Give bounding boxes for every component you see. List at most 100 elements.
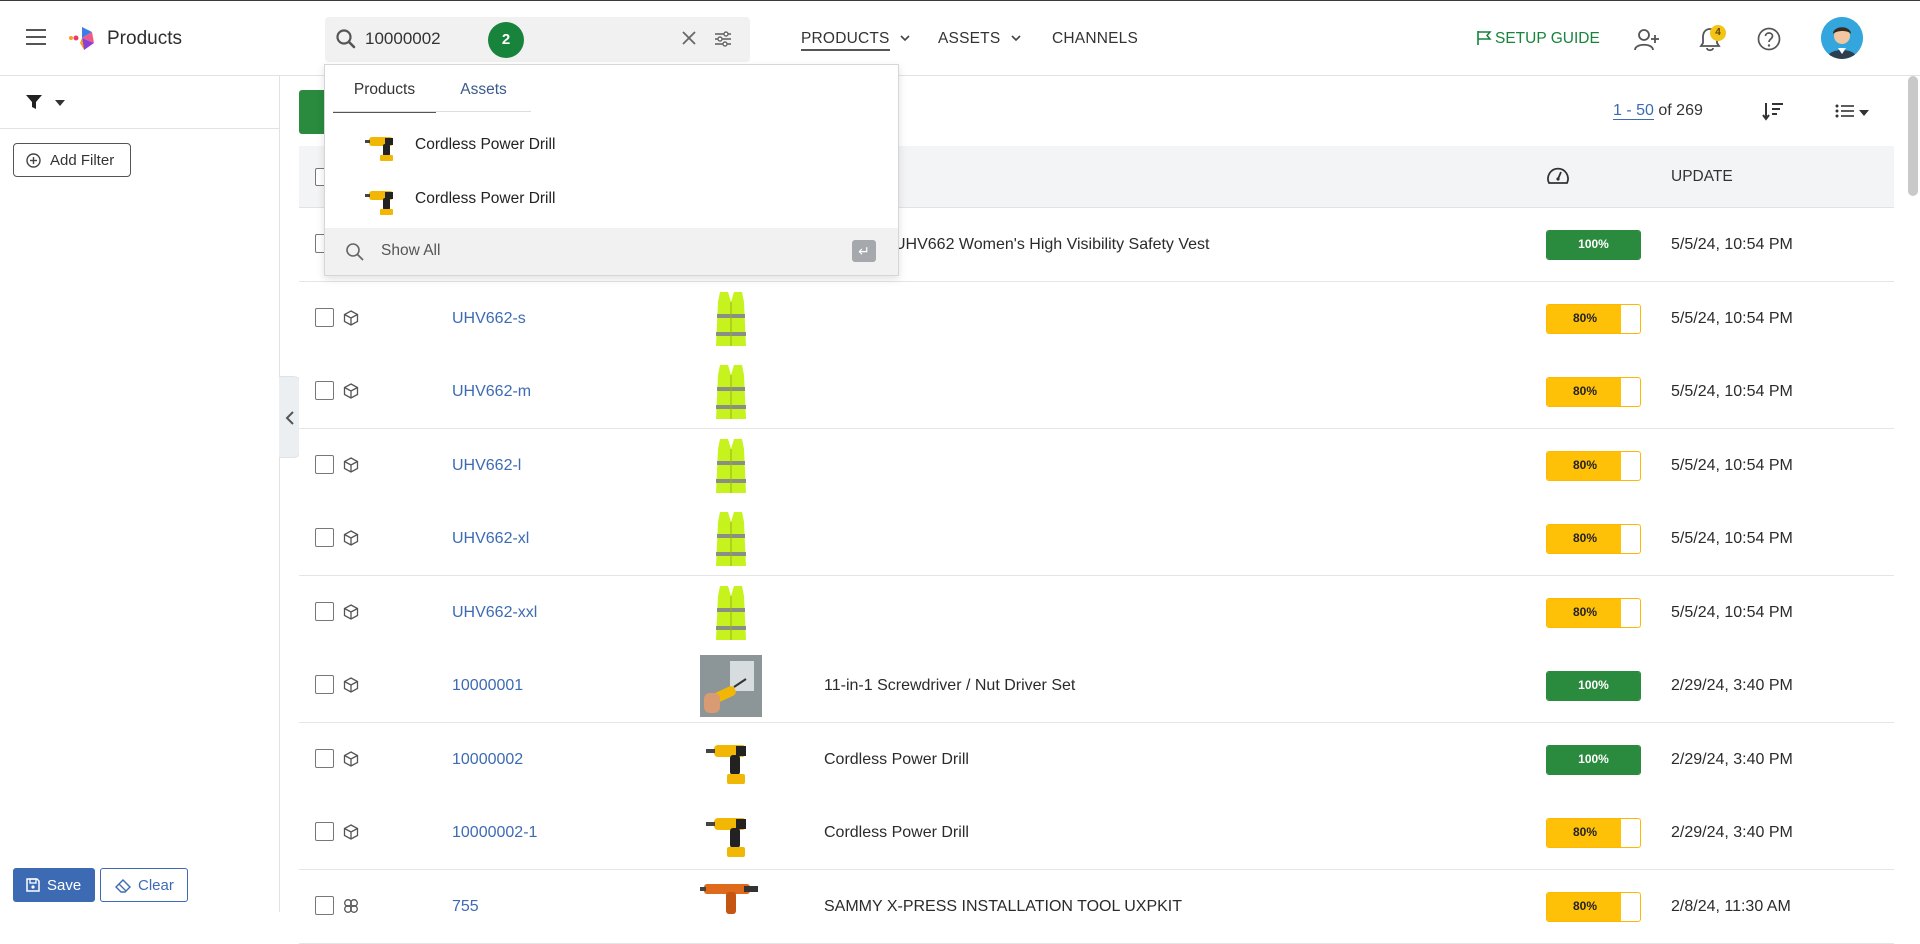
app-title: Products bbox=[107, 28, 182, 49]
sort-icon[interactable] bbox=[1762, 101, 1784, 121]
search-input[interactable]: 10000002 bbox=[365, 29, 441, 49]
setup-guide-link[interactable]: SETUP GUIDE bbox=[1476, 30, 1600, 48]
add-filter-button[interactable]: Add Filter bbox=[13, 143, 131, 177]
filter-dropdown-caret-icon[interactable] bbox=[55, 100, 65, 106]
nav-assets-label: ASSETS bbox=[938, 30, 1001, 47]
nav-products[interactable]: PRODUCTS bbox=[801, 30, 910, 51]
completeness-badge[interactable]: 100% bbox=[1546, 744, 1641, 775]
completeness-value: 80% bbox=[1572, 898, 1598, 913]
chevron-down-icon bbox=[900, 35, 910, 42]
product-sku-link[interactable]: 10000002 bbox=[452, 751, 523, 769]
filter-icon[interactable] bbox=[25, 93, 43, 111]
save-button[interactable]: Save bbox=[13, 868, 95, 902]
row-checkbox[interactable] bbox=[315, 748, 334, 768]
search-result-item[interactable]: Cordless Power Drill bbox=[325, 172, 898, 226]
completeness-badge[interactable]: 80% bbox=[1546, 524, 1641, 554]
list-view-icon[interactable] bbox=[1835, 103, 1855, 119]
nav-products-label: PRODUCTS bbox=[801, 30, 890, 51]
search-icon bbox=[346, 243, 364, 261]
product-thumbnail[interactable] bbox=[700, 802, 762, 864]
user-avatar[interactable] bbox=[1821, 17, 1863, 59]
product-thumbnail[interactable] bbox=[700, 288, 762, 350]
chevron-down-icon bbox=[1011, 35, 1021, 42]
view-dropdown-caret-icon[interactable] bbox=[1859, 110, 1869, 116]
product-sku-link[interactable]: 10000002-1 bbox=[452, 824, 537, 842]
row-checkbox[interactable] bbox=[315, 381, 334, 400]
completeness-badge[interactable]: 80% bbox=[1546, 891, 1641, 922]
product-cube-icon bbox=[343, 456, 359, 478]
row-checkbox[interactable] bbox=[315, 528, 334, 547]
help-icon[interactable] bbox=[1757, 27, 1781, 51]
row-checkbox[interactable] bbox=[315, 675, 334, 694]
product-name: SAMMY X-PRESS INSTALLATION TOOL UXPKIT bbox=[824, 897, 1183, 915]
product-cube-icon bbox=[343, 824, 359, 845]
product-sku-link[interactable]: 755 bbox=[452, 898, 479, 916]
completeness-value: 80% bbox=[1572, 457, 1598, 472]
product-sku-link[interactable]: UHV662-l bbox=[452, 457, 521, 475]
drill-thumbnail bbox=[365, 191, 393, 215]
product-thumbnail[interactable] bbox=[700, 508, 762, 570]
completeness-gauge-icon[interactable] bbox=[1546, 165, 1570, 187]
row-checkbox[interactable] bbox=[315, 601, 334, 621]
tab-assets[interactable]: Assets bbox=[436, 81, 531, 113]
pagination-range[interactable]: 1 - 50 bbox=[1613, 102, 1654, 120]
menu-icon[interactable] bbox=[26, 29, 46, 45]
product-sku-link[interactable]: UHV662-s bbox=[452, 310, 526, 328]
clear-search-icon[interactable] bbox=[679, 28, 699, 48]
notification-count-badge: 4 bbox=[1710, 25, 1726, 41]
table-row[interactable]: 10000002-1 Cordless Power Drill 80% 2/29/24… bbox=[299, 796, 1894, 870]
clear-button[interactable]: Clear bbox=[100, 868, 188, 902]
product-cube-icon bbox=[343, 309, 359, 331]
completeness-badge[interactable]: 80% bbox=[1546, 303, 1641, 334]
search-settings-icon[interactable] bbox=[714, 30, 732, 48]
row-checkbox[interactable] bbox=[315, 822, 334, 841]
product-sku-link[interactable]: 10000001 bbox=[452, 677, 523, 695]
product-thumbnail[interactable] bbox=[700, 361, 762, 423]
updated-timestamp: 5/5/24, 10:54 PM bbox=[1671, 309, 1793, 327]
show-all-results[interactable]: Show All ↵ bbox=[325, 228, 898, 275]
drill-thumbnail bbox=[365, 137, 393, 161]
product-thumbnail[interactable] bbox=[700, 655, 762, 717]
update-column-header[interactable]: UPDATE bbox=[1671, 168, 1733, 186]
updated-timestamp: 2/8/24, 11:30 AM bbox=[1671, 897, 1791, 915]
setup-guide-label: SETUP GUIDE bbox=[1495, 30, 1600, 47]
table-row[interactable]: UHV662-s 80% 5/5/24, 10:54 PM bbox=[299, 281, 1894, 356]
table-row[interactable]: UHV662-xl 80% 5/5/24, 10:54 PM bbox=[299, 502, 1894, 576]
row-checkbox[interactable] bbox=[315, 307, 334, 327]
completeness-badge[interactable]: 100% bbox=[1546, 671, 1641, 701]
filter-sidebar: Add Filter Save Clear bbox=[0, 76, 280, 912]
table-row[interactable]: 10000002 Cordless Power Drill 100% 2/29/24,… bbox=[299, 722, 1894, 797]
table-row[interactable]: UHV662-l 80% 5/5/24, 10:54 PM bbox=[299, 428, 1894, 503]
pagination-total: of 269 bbox=[1658, 102, 1703, 119]
product-cube-icon bbox=[343, 677, 359, 698]
product-thumbnail[interactable] bbox=[700, 729, 762, 791]
product-name: Cordless Power Drill bbox=[824, 824, 969, 841]
table-row[interactable]: 755 SAMMY X-PRESS INSTALLATION TOOL UXPKI… bbox=[299, 869, 1894, 944]
row-checkbox[interactable] bbox=[315, 454, 334, 474]
product-name: 11-in-1 Screwdriver / Nut Driver Set bbox=[824, 677, 1076, 694]
product-thumbnail[interactable] bbox=[700, 435, 762, 497]
table-row[interactable]: UHV662-xxl 80% 5/5/24, 10:54 PM bbox=[299, 575, 1894, 650]
completeness-badge[interactable]: 80% bbox=[1546, 818, 1641, 848]
completeness-value: 80% bbox=[1572, 825, 1598, 839]
completeness-badge[interactable]: 80% bbox=[1546, 377, 1641, 407]
search-field[interactable]: 10000002 2 bbox=[325, 17, 750, 62]
search-result-item[interactable]: Cordless Power Drill bbox=[325, 118, 898, 172]
product-sku-link[interactable]: UHV662-xl bbox=[452, 530, 529, 548]
table-row[interactable]: 10000001 11-in-1 Screwdriver / Nut Driver… bbox=[299, 649, 1894, 723]
tab-products[interactable]: Products bbox=[333, 81, 436, 113]
completeness-badge[interactable]: 100% bbox=[1546, 230, 1641, 260]
product-sku-link[interactable]: UHV662-xxl bbox=[452, 604, 537, 622]
add-user-icon[interactable] bbox=[1634, 28, 1660, 52]
nav-assets[interactable]: ASSETS bbox=[938, 30, 1021, 48]
scrollbar-thumb[interactable] bbox=[1908, 76, 1918, 196]
completeness-badge[interactable]: 80% bbox=[1546, 450, 1641, 481]
completeness-badge[interactable]: 80% bbox=[1546, 597, 1641, 628]
product-thumbnail[interactable] bbox=[700, 582, 762, 644]
product-thumbnail[interactable] bbox=[700, 876, 762, 938]
updated-timestamp: 2/29/24, 3:40 PM bbox=[1671, 677, 1793, 694]
table-row[interactable]: UHV662-m 80% 5/5/24, 10:54 PM bbox=[299, 355, 1894, 429]
product-sku-link[interactable]: UHV662-m bbox=[452, 383, 531, 401]
nav-channels[interactable]: CHANNELS bbox=[1052, 30, 1138, 48]
save-icon bbox=[26, 878, 40, 892]
